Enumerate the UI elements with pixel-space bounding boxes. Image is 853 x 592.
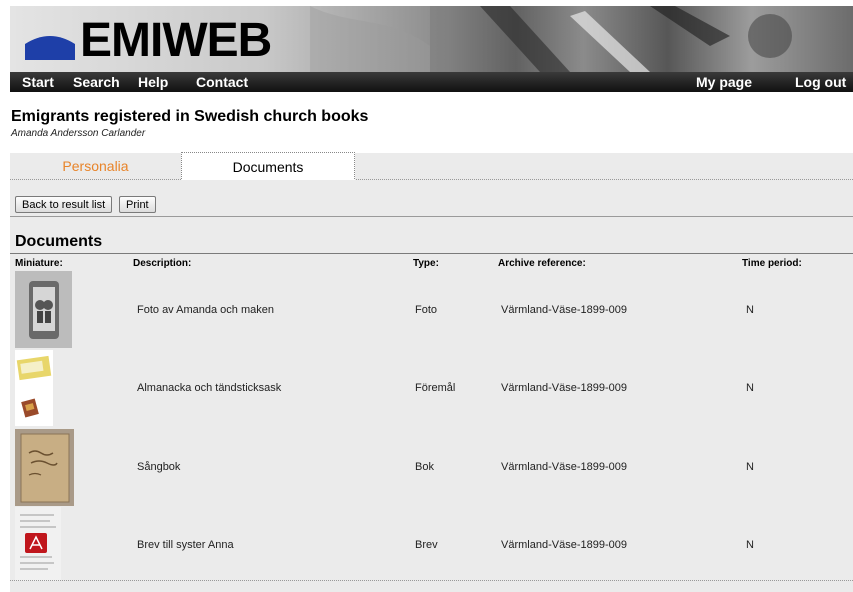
row-3-description[interactable]: Sångbok — [137, 461, 180, 473]
person-name: Amanda Andersson Carlander — [11, 128, 146, 139]
row-3-period: N — [746, 461, 754, 473]
header-banner: EMIWEB — [10, 6, 853, 72]
nav-log-out-link[interactable]: Log out — [795, 74, 846, 90]
photo-frame-icon[interactable] — [15, 271, 72, 348]
nav-contact-link[interactable]: Contact — [196, 74, 248, 90]
row-1-archive: Värmland-Väse-1899-009 — [501, 304, 627, 316]
print-button[interactable]: Print — [119, 196, 156, 213]
column-header-miniature: Miniature: — [15, 258, 63, 269]
logo-text: EMIWEB — [80, 14, 272, 67]
row-4-period: N — [746, 539, 754, 551]
nav-help-link[interactable]: Help — [138, 74, 168, 90]
tab-documents[interactable]: Documents — [181, 152, 355, 181]
nav-my-page-link[interactable]: My page — [696, 74, 752, 90]
row-1-type: Foto — [415, 304, 438, 316]
tab-strip: Personalia Documents — [10, 152, 853, 181]
row-4-type: Brev — [415, 539, 438, 551]
row-2-type: Föremål — [415, 382, 456, 394]
row-2-archive: Värmland-Väse-1899-009 — [501, 382, 627, 394]
row-2-period: N — [746, 382, 754, 394]
column-header-time-period: Time period: — [742, 258, 802, 269]
documents-heading: Documents — [15, 233, 103, 250]
top-nav: Start Search Help Contact My page Log ou… — [10, 72, 853, 92]
emiweb-logo-icon — [25, 36, 75, 60]
tab-personalia[interactable]: Personalia — [10, 153, 181, 179]
back-to-result-list-button[interactable]: Back to result list — [15, 196, 113, 213]
column-header-archive-reference: Archive reference: — [498, 258, 586, 269]
page-title: Emigrants registered in Swedish church b… — [11, 108, 369, 125]
row-3-archive: Värmland-Väse-1899-009 — [501, 461, 627, 473]
nav-search-link[interactable]: Search — [73, 74, 120, 90]
divider — [10, 216, 853, 217]
divider — [10, 253, 853, 254]
songbook-icon[interactable] — [15, 429, 74, 506]
row-4-archive: Värmland-Väse-1899-009 — [501, 539, 627, 551]
nav-start-link[interactable]: Start — [22, 74, 54, 90]
row-1-period: N — [746, 304, 754, 316]
column-header-description: Description: — [133, 258, 192, 269]
row-1-description[interactable]: Foto av Amanda och maken — [137, 304, 274, 316]
row-3-type: Bok — [415, 461, 434, 473]
column-header-type: Type: — [413, 258, 439, 269]
row-2-description[interactable]: Almanacka och tändsticksask — [137, 382, 281, 394]
row-4-description[interactable]: Brev till syster Anna — [137, 539, 234, 551]
pdf-letter-icon[interactable] — [15, 507, 61, 581]
matchbox-icon[interactable] — [15, 350, 53, 426]
divider — [10, 580, 853, 581]
